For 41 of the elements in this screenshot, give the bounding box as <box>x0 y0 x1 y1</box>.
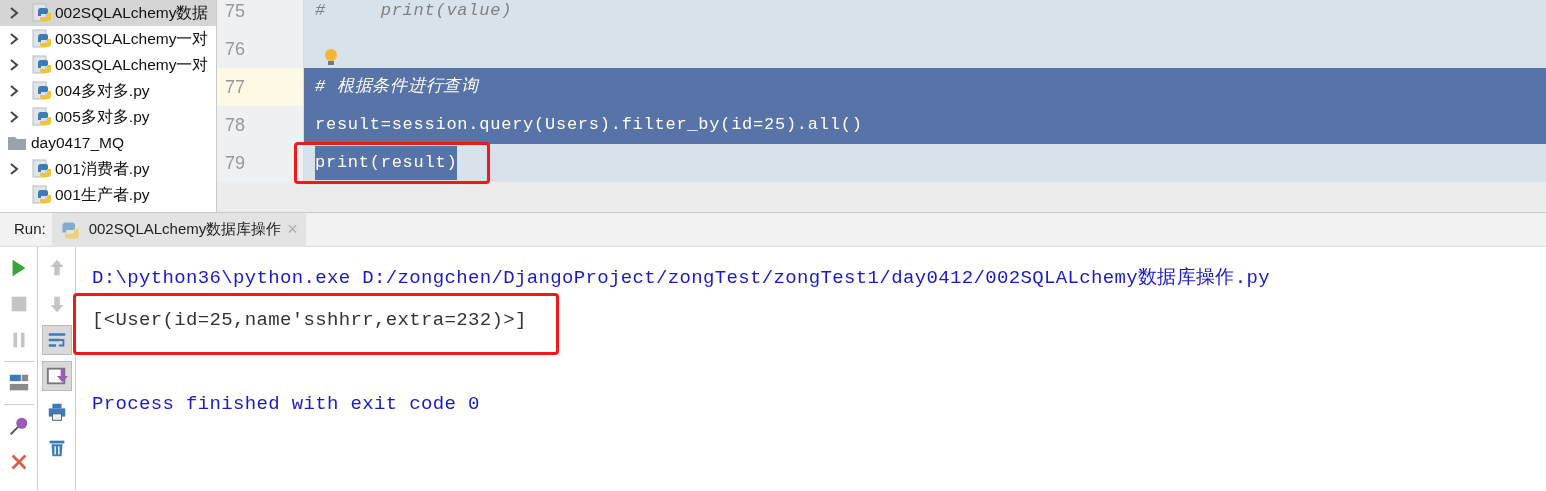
tree-item[interactable]: 003SQLALchemy一对 <box>0 26 216 52</box>
file-name: 003SQLALchemy一对 <box>55 29 209 50</box>
pin-icon <box>7 415 30 437</box>
tree-item[interactable]: 005多对多.py <box>0 104 216 130</box>
code-line: # print(value) <box>315 0 513 23</box>
python-file-icon <box>32 107 52 127</box>
wrap-button[interactable] <box>41 325 72 355</box>
python-file-icon <box>32 55 52 75</box>
line-number: 78 <box>225 113 246 137</box>
line-number: 79 <box>225 151 246 175</box>
code-line: # 根据条件进行查询 <box>315 76 479 99</box>
run-tab[interactable]: 002SQLALchemy数据库操作 × <box>51 212 306 247</box>
file-name: 005多对多.py <box>55 107 150 128</box>
file-name: 003SQLALchemy一对 <box>55 55 209 76</box>
console-line: [<User(id=25,name'sshhrr,extra=232)>] <box>92 307 527 333</box>
tree-item[interactable]: 002SQLALchemy数据 <box>0 0 216 26</box>
tree-item[interactable]: 003SQLALchemy一对 <box>0 52 216 78</box>
file-name: 001消费者.py <box>55 159 150 180</box>
python-file-icon <box>32 185 52 205</box>
file-name: day0417_MQ <box>31 133 125 154</box>
console-line: Process finished with exit code 0 <box>92 391 480 417</box>
tree-item[interactable]: 001消费者.py <box>0 156 216 182</box>
python-file-icon <box>32 3 52 23</box>
scroll-end-button[interactable] <box>41 361 72 391</box>
run-label: Run: <box>13 219 47 240</box>
line-number: 77 <box>225 75 246 99</box>
python-file-icon <box>32 81 52 101</box>
line-number: 75 <box>225 0 246 23</box>
python-file-icon <box>32 159 52 179</box>
file-name: 004多对多.py <box>55 81 150 102</box>
file-name: 002SQLALchemy数据 <box>55 3 209 24</box>
tree-item[interactable]: day0417_MQ <box>0 130 216 156</box>
python-file-icon <box>32 29 52 49</box>
tree-item[interactable]: 004多对多.py <box>0 78 216 104</box>
scroll-end-icon <box>45 365 68 387</box>
file-name: 001生产者.py <box>55 185 150 206</box>
line-number: 76 <box>225 37 246 61</box>
console-line: D:\python36\python.exe D:/zongchen/DjangoProject/zongTest/zongTest1/day0412/002SQLALchemy数据库操作.py <box>92 265 1270 291</box>
code-line: result=session.query(Users).filter_by(id=25).all() <box>315 114 863 137</box>
folder-icon <box>8 136 26 150</box>
tree-item[interactable]: 001生产者.py <box>0 182 216 208</box>
